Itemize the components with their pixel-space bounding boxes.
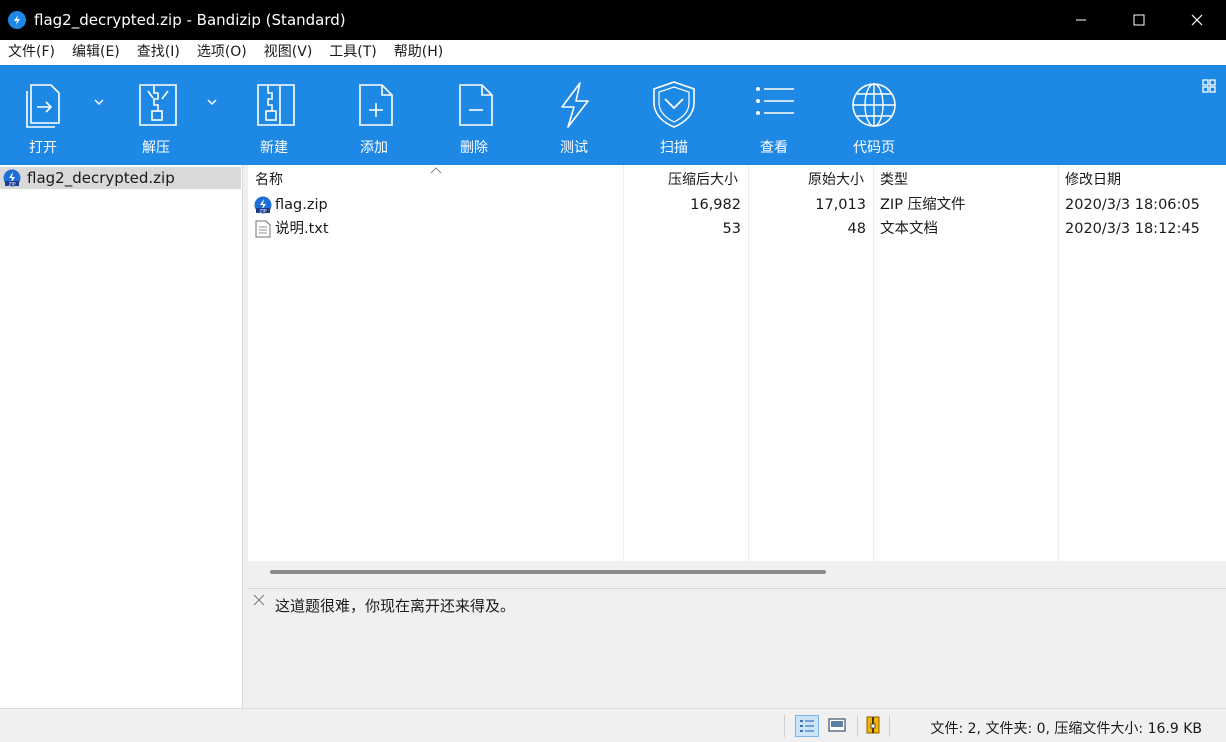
- open-button[interactable]: 打开: [3, 65, 83, 165]
- file-original-size: 17,013: [815, 197, 866, 213]
- status-text: 文件: 2, 文件夹: 0, 压缩文件大小: 16.9 KB: [930, 721, 1202, 737]
- scan-label: 扫描: [660, 140, 688, 156]
- list-view-icon: [756, 87, 794, 115]
- codepage-label: 代码页: [853, 140, 895, 156]
- file-modified: 2020/3/3 18:12:45: [1065, 221, 1200, 237]
- add-label: 添加: [360, 140, 388, 156]
- column-header-modified[interactable]: 修改日期: [1065, 165, 1121, 193]
- lightning-icon: [561, 82, 589, 128]
- file-packed-size: 53: [722, 221, 741, 237]
- file-name: 说明.txt: [275, 221, 329, 237]
- scrollbar-thumb[interactable]: [270, 570, 826, 574]
- horizontal-scrollbar[interactable]: [248, 561, 1226, 583]
- tree-item-archive-root[interactable]: ZIP flag2_decrypted.zip: [0, 167, 241, 189]
- view-label: 查看: [760, 140, 788, 156]
- file-packed-size: 16,982: [690, 197, 741, 213]
- test-label: 测试: [560, 140, 588, 156]
- file-type: 文本文档: [880, 221, 938, 237]
- menu-tools[interactable]: 工具(T): [321, 40, 385, 65]
- archive-comment-text: 这道题很难，你现在离开还来得及。: [275, 597, 516, 615]
- maximize-button[interactable]: [1110, 0, 1168, 40]
- status-divider: [857, 715, 858, 737]
- status-divider: [784, 715, 785, 737]
- details-view-icon: [800, 720, 814, 732]
- close-icon: [1191, 14, 1203, 26]
- window-title: flag2_decrypted.zip - Bandizip (Standard…: [34, 11, 346, 29]
- add-button[interactable]: 添加: [334, 65, 414, 165]
- close-button[interactable]: [1168, 0, 1226, 40]
- preview-view-button[interactable]: [826, 715, 850, 737]
- layout-grid-icon[interactable]: [1202, 79, 1216, 93]
- new-button[interactable]: 新建: [234, 65, 314, 165]
- file-row[interactable]: 说明.txt 53 48 文本文档 2020/3/3 18:12:45: [248, 217, 1226, 241]
- extract-button[interactable]: 解压: [116, 65, 196, 165]
- globe-icon: [852, 83, 896, 127]
- tree-item-label: flag2_decrypted.zip: [27, 169, 175, 187]
- menu-view[interactable]: 视图(V): [256, 40, 322, 65]
- menu-find[interactable]: 查找(I): [129, 40, 189, 65]
- extract-icon: [139, 84, 177, 126]
- status-bar: 文件: 2, 文件夹: 0, 压缩文件大小: 16.9 KB: [0, 708, 1226, 742]
- delete-label: 删除: [460, 140, 488, 156]
- open-label: 打开: [29, 140, 57, 156]
- menu-options[interactable]: 选项(O): [189, 40, 256, 65]
- extract-dropdown-chevron-icon[interactable]: [205, 95, 219, 109]
- maximize-icon: [1133, 14, 1145, 26]
- file-row[interactable]: ZIP flag.zip 16,982 17,013 ZIP 压缩文件 2020…: [248, 193, 1226, 217]
- codepage-button[interactable]: 代码页: [834, 65, 914, 165]
- menu-bar: 文件(F) 编辑(E) 查找(I) 选项(O) 视图(V) 工具(T) 帮助(H…: [0, 40, 1226, 65]
- scan-button[interactable]: 扫描: [634, 65, 714, 165]
- file-list: 名称 压缩后大小 原始大小 类型 修改日期 ZIP flag.zip 16,98…: [248, 165, 1226, 561]
- image-view-icon: [828, 718, 846, 732]
- new-label: 新建: [260, 140, 288, 156]
- column-header-name[interactable]: 名称: [255, 165, 283, 193]
- minimize-icon: [1076, 19, 1086, 21]
- archive-info-button[interactable]: [862, 715, 886, 737]
- folder-tree: ZIP flag2_decrypted.zip: [0, 165, 243, 708]
- minimize-button[interactable]: [1052, 0, 1110, 40]
- test-button[interactable]: 测试: [534, 65, 614, 165]
- file-modified: 2020/3/3 18:06:05: [1065, 197, 1200, 213]
- svg-text:ZIP: ZIP: [8, 181, 15, 187]
- delete-button[interactable]: 删除: [434, 65, 514, 165]
- column-header-type[interactable]: 类型: [880, 165, 908, 193]
- title-bar: flag2_decrypted.zip - Bandizip (Standard…: [0, 0, 1226, 40]
- menu-edit[interactable]: 编辑(E): [64, 40, 129, 65]
- archive-comment-pane: 这道题很难，你现在离开还来得及。: [248, 588, 1226, 708]
- close-comment-icon[interactable]: [252, 593, 266, 607]
- text-file-icon: [255, 220, 271, 238]
- shield-icon: [653, 81, 695, 128]
- file-original-size: 48: [847, 221, 866, 237]
- archive-book-icon: [866, 716, 880, 734]
- svg-text:ZIP: ZIP: [259, 208, 266, 214]
- extract-label: 解压: [142, 140, 170, 156]
- open-dropdown-chevron-icon[interactable]: [92, 95, 106, 109]
- zip-file-icon: ZIP: [254, 196, 272, 214]
- menu-help[interactable]: 帮助(H): [386, 40, 452, 65]
- details-view-button[interactable]: [795, 715, 819, 737]
- toolbar: 打开 解压 新建 添加 删除 测试 扫描 查看 代码页: [0, 65, 1226, 165]
- status-divider: [889, 715, 890, 737]
- column-header-packed-size[interactable]: 压缩后大小: [668, 165, 738, 193]
- open-icon: [26, 84, 60, 128]
- file-name: flag.zip: [275, 197, 328, 213]
- add-file-icon: [359, 84, 393, 126]
- column-header-original-size[interactable]: 原始大小: [808, 165, 864, 193]
- sort-ascending-icon: [430, 167, 442, 174]
- delete-file-icon: [459, 84, 493, 126]
- file-type: ZIP 压缩文件: [880, 197, 966, 213]
- new-archive-icon: [257, 84, 295, 126]
- menu-file[interactable]: 文件(F): [0, 40, 64, 65]
- bandizip-app-icon: [8, 11, 26, 29]
- archive-icon: ZIP: [3, 169, 21, 187]
- view-button[interactable]: 查看: [734, 65, 814, 165]
